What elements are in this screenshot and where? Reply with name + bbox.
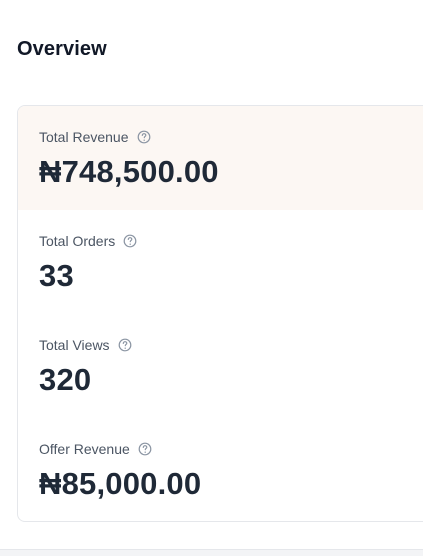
metric-value: 33 (39, 258, 74, 293)
help-circle-icon[interactable] (138, 442, 152, 456)
metric-label-row: Offer Revenue (39, 440, 152, 458)
metric-total-revenue[interactable]: Total Revenue ₦748,500.00 (18, 106, 423, 210)
page-title: Overview (17, 38, 107, 60)
metric-total-orders[interactable]: Total Orders 33 (18, 210, 423, 314)
overview-page: Overview Total Revenue ₦748,500.00 Total… (0, 0, 423, 556)
metric-label: Total Orders (39, 233, 116, 249)
metric-offer-revenue[interactable]: Offer Revenue ₦85,000.00 (18, 418, 423, 521)
metric-label: Offer Revenue (39, 441, 130, 457)
help-circle-icon[interactable] (123, 234, 137, 248)
metric-total-views[interactable]: Total Views 320 (18, 314, 423, 418)
help-circle-icon[interactable] (137, 130, 151, 144)
help-circle-icon[interactable] (118, 338, 132, 352)
metric-value: 320 (39, 362, 92, 397)
metric-label: Total Revenue (39, 129, 129, 145)
metric-value: ₦748,500.00 (39, 154, 219, 189)
metric-label-row: Total Views (39, 336, 132, 354)
metric-value: ₦85,000.00 (39, 466, 202, 501)
overview-metrics-card: Total Revenue ₦748,500.00 Total Orders 3… (17, 105, 423, 522)
metric-label: Total Views (39, 337, 110, 353)
bottom-divider-strip (0, 549, 423, 556)
metric-label-row: Total Revenue (39, 128, 151, 146)
metric-label-row: Total Orders (39, 232, 137, 250)
